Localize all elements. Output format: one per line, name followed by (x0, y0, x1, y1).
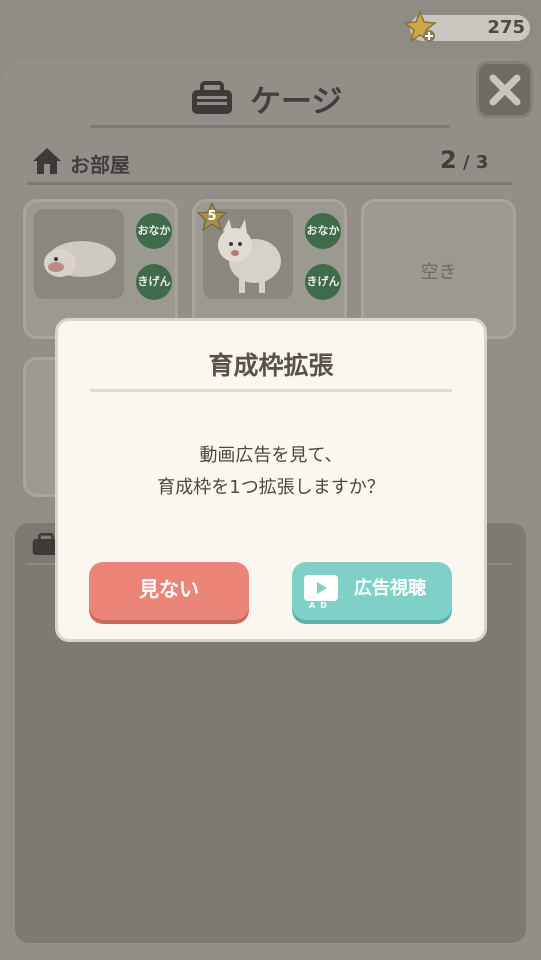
pet-level: 5 (207, 209, 217, 224)
pet-portrait (34, 209, 124, 299)
hunger-status: おなか (136, 213, 172, 249)
dialog-message-line2: 育成枠を1つ拡張しますか？ (157, 477, 385, 498)
mood-status: きげん (305, 264, 341, 300)
dialog-divider (90, 389, 452, 392)
title-divider (90, 125, 450, 128)
mood-status: きげん (136, 264, 172, 300)
room-divider (27, 182, 512, 185)
close-icon (489, 74, 521, 106)
dialog-title: 育成枠拡張 (208, 351, 334, 380)
room-count: 2 / 3 (440, 146, 489, 174)
page-title: ケージ (250, 84, 343, 120)
decline-button[interactable]: 見ない (89, 562, 249, 620)
close-button[interactable] (476, 61, 533, 118)
cage-icon (188, 80, 236, 122)
room-label: お部屋 (70, 153, 130, 177)
hunger-status: おなか (305, 213, 341, 249)
dialog-message-line1: 動画広告を見て、 (199, 445, 343, 466)
empty-slot-label: 空き (420, 262, 457, 283)
room-count-max: 3 (475, 152, 489, 173)
video-ad-icon (304, 575, 338, 601)
watch-ad-button[interactable]: AD 広告視聴 (292, 562, 452, 620)
pet-sheep-icon (44, 241, 116, 277)
watch-ad-label: 広告視聴 (354, 578, 426, 599)
star-count: 275 (487, 17, 525, 38)
ad-badge: AD (309, 601, 332, 610)
house-icon (31, 145, 63, 181)
star-icon (403, 9, 437, 44)
room-count-current: 2 (440, 146, 457, 174)
